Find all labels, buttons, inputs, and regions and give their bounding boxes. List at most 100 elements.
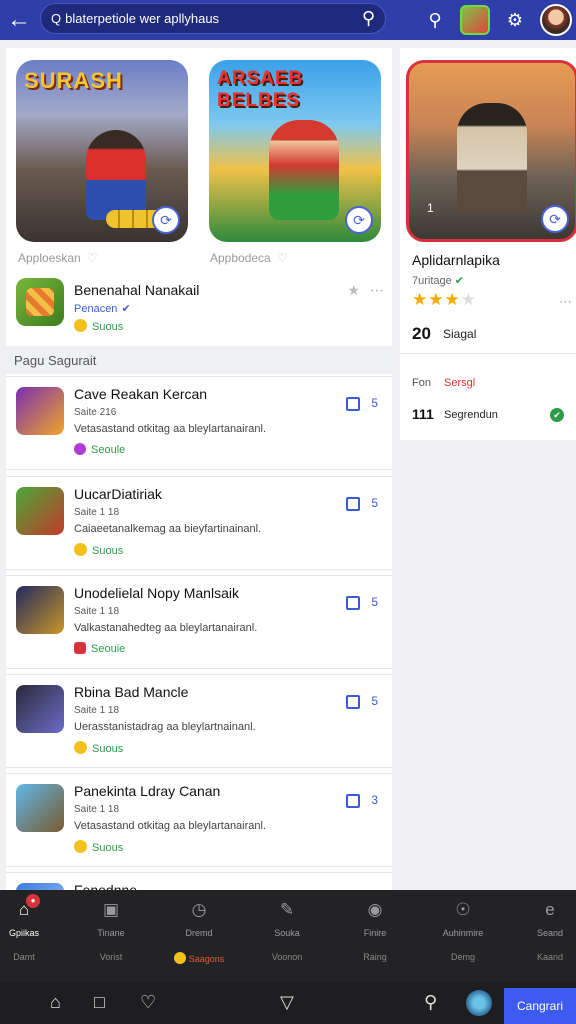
featured-label-2: Appbodeca ♡	[210, 251, 288, 265]
search-icon[interactable]: ⚲	[420, 5, 450, 35]
featured-detail-image[interactable]: 1 ⟳	[406, 60, 576, 242]
refresh-icon[interactable]: ⟳	[541, 205, 569, 233]
app-icon	[16, 278, 64, 326]
item-description: Uerasstanistadrag aa bleylartnainanl.	[74, 721, 256, 733]
select-checkbox[interactable]	[346, 695, 360, 709]
featured-label-1: Apploeskan ♡	[18, 251, 97, 265]
item-title: Unodelielal Nopy Manlsaik	[74, 585, 239, 601]
detail-subtitle: 7uritage ✔	[412, 274, 464, 287]
nav-item-seand[interactable]: e Seand Kaand	[518, 900, 576, 962]
check-icon: ✔	[550, 408, 564, 422]
list-item[interactable]: Panekinta Ldray Canan Saite 1 18 Vetasas…	[6, 773, 392, 867]
recents-icon[interactable]: □	[94, 992, 105, 1013]
nav-label: Souka	[274, 928, 300, 938]
item-status: Seouie	[74, 642, 125, 655]
list-item[interactable]: UucarDiatiriak Saite 1 18 Caiaeetanalkem…	[6, 476, 392, 570]
refresh-icon[interactable]: ⟳	[345, 206, 373, 234]
emoji-icon	[74, 840, 87, 853]
nav-sub-label: Voonon	[271, 952, 303, 962]
search-bar[interactable]: Q blaterpetiole wer apllyhaus ⚲	[40, 3, 386, 34]
primary-action-button[interactable]: Cangrari	[504, 988, 576, 1024]
search-icon[interactable]: ⚲	[362, 8, 375, 29]
heart-icon[interactable]: ♡	[87, 251, 98, 265]
heart-icon[interactable]: ♡	[277, 251, 288, 265]
nav-sub-label: Vorist	[99, 952, 123, 962]
verified-icon: ✔	[121, 303, 131, 315]
select-checkbox[interactable]	[346, 497, 360, 511]
app-icon	[16, 586, 64, 634]
list-item[interactable]: Cave Reakan Kercan Saite 216 Vetasastand…	[6, 376, 392, 470]
status-text: Suous	[92, 743, 124, 755]
item-count: 5	[371, 396, 378, 410]
nav-item-souka[interactable]: ✎ Souka Voonon	[255, 900, 319, 962]
emoji-icon	[74, 319, 87, 332]
item-description: Caiaeetanalkemag aa bieyfartinainanl.	[74, 523, 262, 535]
item-description: Vetasastand otkitag aa bleylartanairanl.	[74, 820, 267, 832]
game-character-art	[457, 103, 527, 213]
detail-side-panel: 1 ⟳ Aplidarnlapika 7uritage ✔ ★★★★ ⋯ 20 S…	[400, 48, 576, 440]
home-icon[interactable]: ⌂	[50, 992, 61, 1013]
list-item[interactable]: Rbina Bad Mancle Saite 1 18 Uerasstanist…	[6, 674, 392, 768]
image-label: 1	[427, 201, 434, 215]
detail-count-2-label: Segrendun	[444, 409, 498, 421]
featured-game-card-2[interactable]: ARSAEB BELBES ⟳	[209, 60, 381, 242]
nav-item-auhinmire[interactable]: ☉ Auhinmire Demg	[431, 900, 495, 962]
item-title: Cave Reakan Kercan	[74, 386, 208, 402]
item-description: Vetasastand otkitag aa bleylartanairanl.	[74, 423, 267, 435]
system-bar: ⌂ □ ♡ ▽ ⚲ Cangrari	[0, 982, 576, 1024]
letter-icon: e	[545, 900, 555, 919]
back-shield-icon[interactable]: ▽	[280, 992, 294, 1013]
shield-icon[interactable]: ♡	[140, 992, 156, 1013]
top-app-bar: ← Q blaterpetiole wer apllyhaus ⚲ ⚲ ⚙	[0, 0, 576, 40]
item-status: Suous	[74, 543, 123, 557]
featured-label-text: Appbodeca	[210, 251, 271, 265]
item-title: Panekinta Ldray Canan	[74, 783, 221, 799]
settings-icon[interactable]: ⚙	[500, 5, 530, 35]
rating-stars: ★★★★	[412, 290, 477, 309]
nav-label: Auhinmire	[442, 928, 484, 938]
select-checkbox[interactable]	[346, 794, 360, 808]
more-icon[interactable]: ⋯	[559, 294, 572, 310]
app-status: Suous	[74, 319, 123, 333]
item-status: Suous	[74, 840, 123, 854]
verified-icon: ✔	[454, 275, 464, 287]
globe-avatar[interactable]	[466, 990, 492, 1016]
status-text: Suous	[92, 321, 124, 333]
app-avatar-icon[interactable]	[460, 5, 490, 35]
user-icon[interactable]: ⚲	[424, 992, 437, 1013]
main-list-panel: SURASH ⟳ ARSAEB BELBES ⟳ Apploeskan ♡ App…	[6, 48, 392, 893]
list-item[interactable]: Unodelielal Nopy Manlsaik Saite 1 18 Val…	[6, 575, 392, 669]
compass-icon: ☉	[455, 900, 471, 919]
featured-game-card-1[interactable]: SURASH ⟳	[16, 60, 188, 242]
nav-label: Gpiikas	[8, 928, 39, 938]
profile-avatar[interactable]	[540, 4, 572, 36]
detail-on-value[interactable]: Sersgl	[444, 377, 475, 389]
app-icon	[16, 685, 64, 733]
search-input[interactable]: blaterpetiole wer apllyhaus	[65, 11, 362, 26]
refresh-icon[interactable]: ⟳	[152, 206, 180, 234]
nav-sub-label: Damt	[13, 952, 35, 962]
item-meta: Saite 1 18	[74, 606, 120, 617]
more-icon[interactable]: ⋯	[370, 282, 384, 299]
app-developer: Penacen ✔	[74, 302, 131, 315]
nav-sub-label: Kaand	[536, 952, 564, 962]
nav-item-dremd[interactable]: ◷ Dremd Saagons	[167, 900, 231, 964]
featured-title-2: ARSAEB BELBES	[217, 68, 304, 111]
main-app-row[interactable]: Benenahal Nanakail Penacen ✔ Suous ★ ⋯	[16, 278, 388, 334]
emoji-icon	[74, 741, 87, 754]
item-description: Valkastanahedteg aa bleylartanairanl.	[74, 622, 258, 634]
item-status: Suous	[74, 741, 123, 755]
back-arrow-icon[interactable]: ←	[0, 0, 38, 40]
edit-icon: ✎	[279, 900, 295, 919]
select-checkbox[interactable]	[346, 596, 360, 610]
select-checkbox[interactable]	[346, 397, 360, 411]
item-count: 5	[371, 595, 378, 609]
star-icon[interactable]: ★	[347, 282, 360, 299]
square-icon: ▣	[102, 900, 120, 919]
detail-title: Aplidarnlapika	[412, 252, 500, 268]
game-character-art	[269, 120, 339, 220]
nav-item-finire[interactable]: ◉ Finire Raing	[343, 900, 407, 962]
nav-item-tinane[interactable]: ▣ Tinane Vorist	[79, 900, 143, 962]
nav-item-home[interactable]: ⌂ ● Gpiikas Damt	[0, 894, 56, 962]
divider	[400, 353, 576, 354]
